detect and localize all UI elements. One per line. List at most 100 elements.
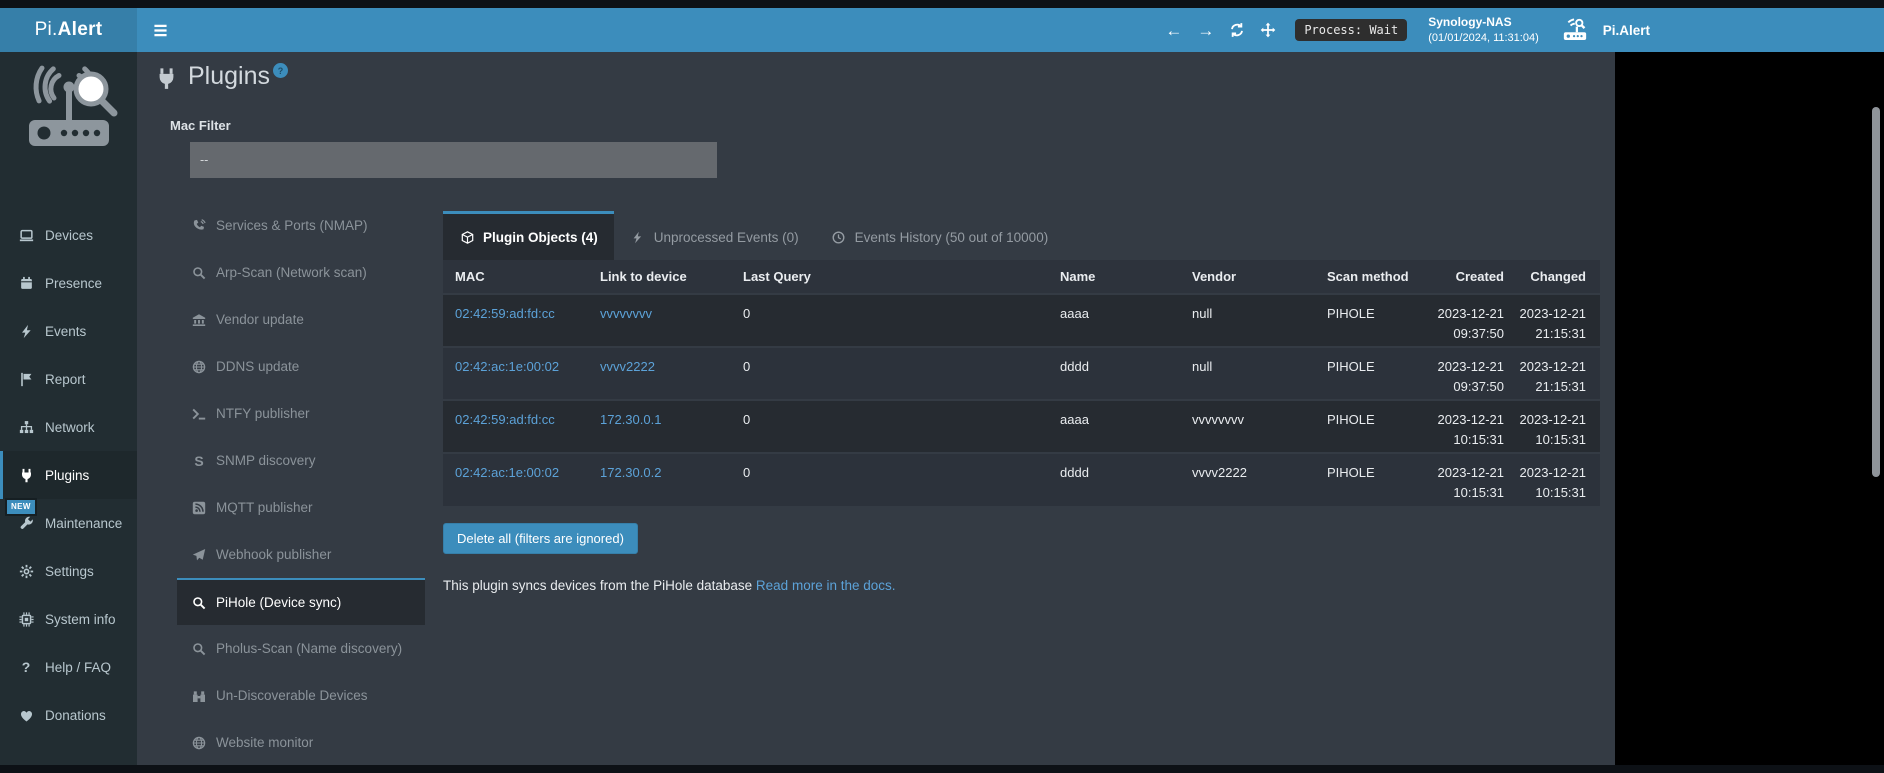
sidebar-toggle-icon[interactable] — [137, 8, 183, 52]
cell-scan-method: PIHOLE — [1315, 400, 1430, 453]
plugin-nav-label: Website monitor — [216, 735, 313, 750]
changed-value: 2023-12-21 21:15:31 — [1520, 306, 1587, 341]
cell-mac: 02:42:59:ad:fd:cc — [443, 400, 588, 453]
cell-mac: 02:42:ac:1e:00:02 — [443, 347, 588, 400]
terminal-icon — [191, 407, 207, 421]
sidebar-item-presence[interactable]: Presence — [0, 259, 137, 307]
mac-link[interactable]: 02:42:ac:1e:00:02 — [455, 465, 559, 480]
plugin-nav-item-vendor-update[interactable]: Vendor update — [177, 296, 425, 343]
table-row: 02:42:ac:1e:00:02vvvv22220ddddnullPIHOLE… — [443, 347, 1600, 400]
plug-icon — [155, 67, 178, 95]
heart-icon — [18, 708, 34, 723]
plugin-panel: Plugin Objects (4) Unprocessed Events (0)… — [443, 211, 1600, 593]
plugin-nav-item-services-ports-nmap[interactable]: Services & Ports (NMAP) — [177, 202, 425, 249]
cell-created: 2023-12-21 10:15:31 — [1430, 453, 1510, 506]
mac-link[interactable]: 02:42:59:ad:fd:cc — [455, 412, 555, 427]
table-header-row: MACLink to deviceLast QueryNameVendorSca… — [443, 260, 1600, 294]
sidebar-item-network[interactable]: Network — [0, 403, 137, 451]
sidebar-item-donations[interactable]: Donations — [0, 691, 137, 739]
cell-link-to-device: vvvv2222 — [588, 347, 731, 400]
bottom-edge — [0, 765, 1884, 773]
sidebar-item-label: Events — [45, 324, 86, 339]
search-icon — [191, 642, 207, 656]
nav-forward-icon[interactable]: → — [1197, 22, 1214, 39]
tab-unprocessed-events-0[interactable]: Unprocessed Events (0) — [614, 211, 815, 260]
cube-icon — [459, 231, 475, 244]
calendar-icon — [18, 276, 34, 291]
help-badge[interactable]: ? — [273, 63, 288, 78]
move-icon[interactable] — [1260, 22, 1276, 38]
name-value: dddd — [1060, 465, 1089, 480]
scan-method-value: PIHOLE — [1327, 412, 1375, 427]
last-query-value: 0 — [743, 465, 750, 480]
s-letter-icon: S — [191, 454, 207, 468]
gear-icon — [18, 564, 34, 579]
vendor-value: vvvvvvvv — [1192, 412, 1244, 427]
nav-back-icon[interactable]: ← — [1165, 22, 1182, 39]
device-link[interactable]: 172.30.0.2 — [600, 465, 661, 480]
description-text: This plugin syncs devices from the PiHol… — [443, 578, 752, 593]
flag-icon — [18, 372, 34, 387]
binoculars-icon — [191, 689, 207, 703]
scrollbar[interactable] — [1872, 107, 1880, 477]
refresh-icon[interactable] — [1229, 22, 1245, 38]
scan-method-value: PIHOLE — [1327, 465, 1375, 480]
vendor-value: null — [1192, 306, 1212, 321]
sitemap-icon — [18, 420, 34, 435]
device-link[interactable]: 172.30.0.1 — [600, 412, 661, 427]
plugin-nav-item-pihole-device-sync[interactable]: PiHole (Device sync) — [177, 578, 425, 625]
sidebar-item-report[interactable]: Report — [0, 355, 137, 403]
brand-logo[interactable]: Pi.Alert — [0, 8, 137, 52]
cell-mac: 02:42:ac:1e:00:02 — [443, 453, 588, 506]
laptop-icon — [18, 228, 34, 243]
sidebar-item-label: Devices — [45, 228, 93, 243]
cell-link-to-device: vvvvvvvv — [588, 294, 731, 347]
plugin-nav-item-webhook-publisher[interactable]: Webhook publisher — [177, 531, 425, 578]
cell-scan-method: PIHOLE — [1315, 453, 1430, 506]
tab-label: Plugin Objects (4) — [483, 230, 598, 245]
mac-link[interactable]: 02:42:ac:1e:00:02 — [455, 359, 559, 374]
plugin-nav-item-un-discoverable-devices[interactable]: Un-Discoverable Devices — [177, 672, 425, 719]
plugin-nav-item-arp-scan-network-scan[interactable]: Arp-Scan (Network scan) — [177, 249, 425, 296]
plugin-nav-label: DDNS update — [216, 359, 299, 374]
plugin-nav-item-website-monitor[interactable]: Website monitor — [177, 719, 425, 766]
last-query-value: 0 — [743, 359, 750, 374]
tab-events-history-50-out-of-10000[interactable]: Events History (50 out of 10000) — [815, 211, 1065, 260]
sidebar-item-devices[interactable]: Devices — [0, 211, 137, 259]
search-icon — [191, 266, 207, 280]
plugin-nav-item-pholus-scan-name-discovery[interactable]: Pholus-Scan (Name discovery) — [177, 625, 425, 672]
mac-link[interactable]: 02:42:59:ad:fd:cc — [455, 306, 555, 321]
cell-mac: 02:42:59:ad:fd:cc — [443, 294, 588, 347]
sidebar-item-settings[interactable]: Settings — [0, 547, 137, 595]
vendor-value: null — [1192, 359, 1212, 374]
brand-prefix: Pi. — [35, 19, 58, 41]
sidebar-item-help-faq[interactable]: ?Help / FAQ — [0, 643, 137, 691]
phone-icon — [191, 219, 207, 233]
sidebar-item-label: Settings — [45, 564, 94, 579]
question-icon: ? — [18, 660, 34, 674]
cell-vendor: vvvvvvvv — [1180, 400, 1315, 453]
wrench-icon — [18, 516, 34, 531]
sidebar-item-plugins[interactable]: Plugins — [0, 451, 137, 499]
mac-filter-input[interactable] — [190, 142, 717, 178]
sidebar-item-events[interactable]: Events — [0, 307, 137, 355]
device-link[interactable]: vvvv2222 — [600, 359, 655, 374]
globe-icon — [191, 736, 207, 750]
plugin-nav-item-ntfy-publisher[interactable]: NTFY publisher — [177, 390, 425, 437]
tab-plugin-objects-4[interactable]: Plugin Objects (4) — [443, 211, 614, 260]
sidebar-item-label: System info — [45, 612, 116, 627]
last-query-value: 0 — [743, 306, 750, 321]
delete-all-button[interactable]: Delete all (filters are ignored) — [443, 523, 638, 554]
plugin-nav-item-snmp-discovery[interactable]: SSNMP discovery — [177, 437, 425, 484]
bolt-icon — [630, 231, 646, 244]
changed-value: 2023-12-21 10:15:31 — [1520, 412, 1587, 447]
device-link[interactable]: vvvvvvvv — [600, 306, 652, 321]
docs-link[interactable]: Read more in the docs. — [756, 578, 896, 593]
cell-created: 2023-12-21 10:15:31 — [1430, 400, 1510, 453]
plugin-nav-item-mqtt-publisher[interactable]: MQTT publisher — [177, 484, 425, 531]
plugin-nav-item-ddns-update[interactable]: DDNS update — [177, 343, 425, 390]
name-value: aaaa — [1060, 306, 1089, 321]
plugin-nav-label: PiHole (Device sync) — [216, 595, 341, 610]
cell-created: 2023-12-21 09:37:50 — [1430, 347, 1510, 400]
sidebar-item-system-info[interactable]: System info — [0, 595, 137, 643]
